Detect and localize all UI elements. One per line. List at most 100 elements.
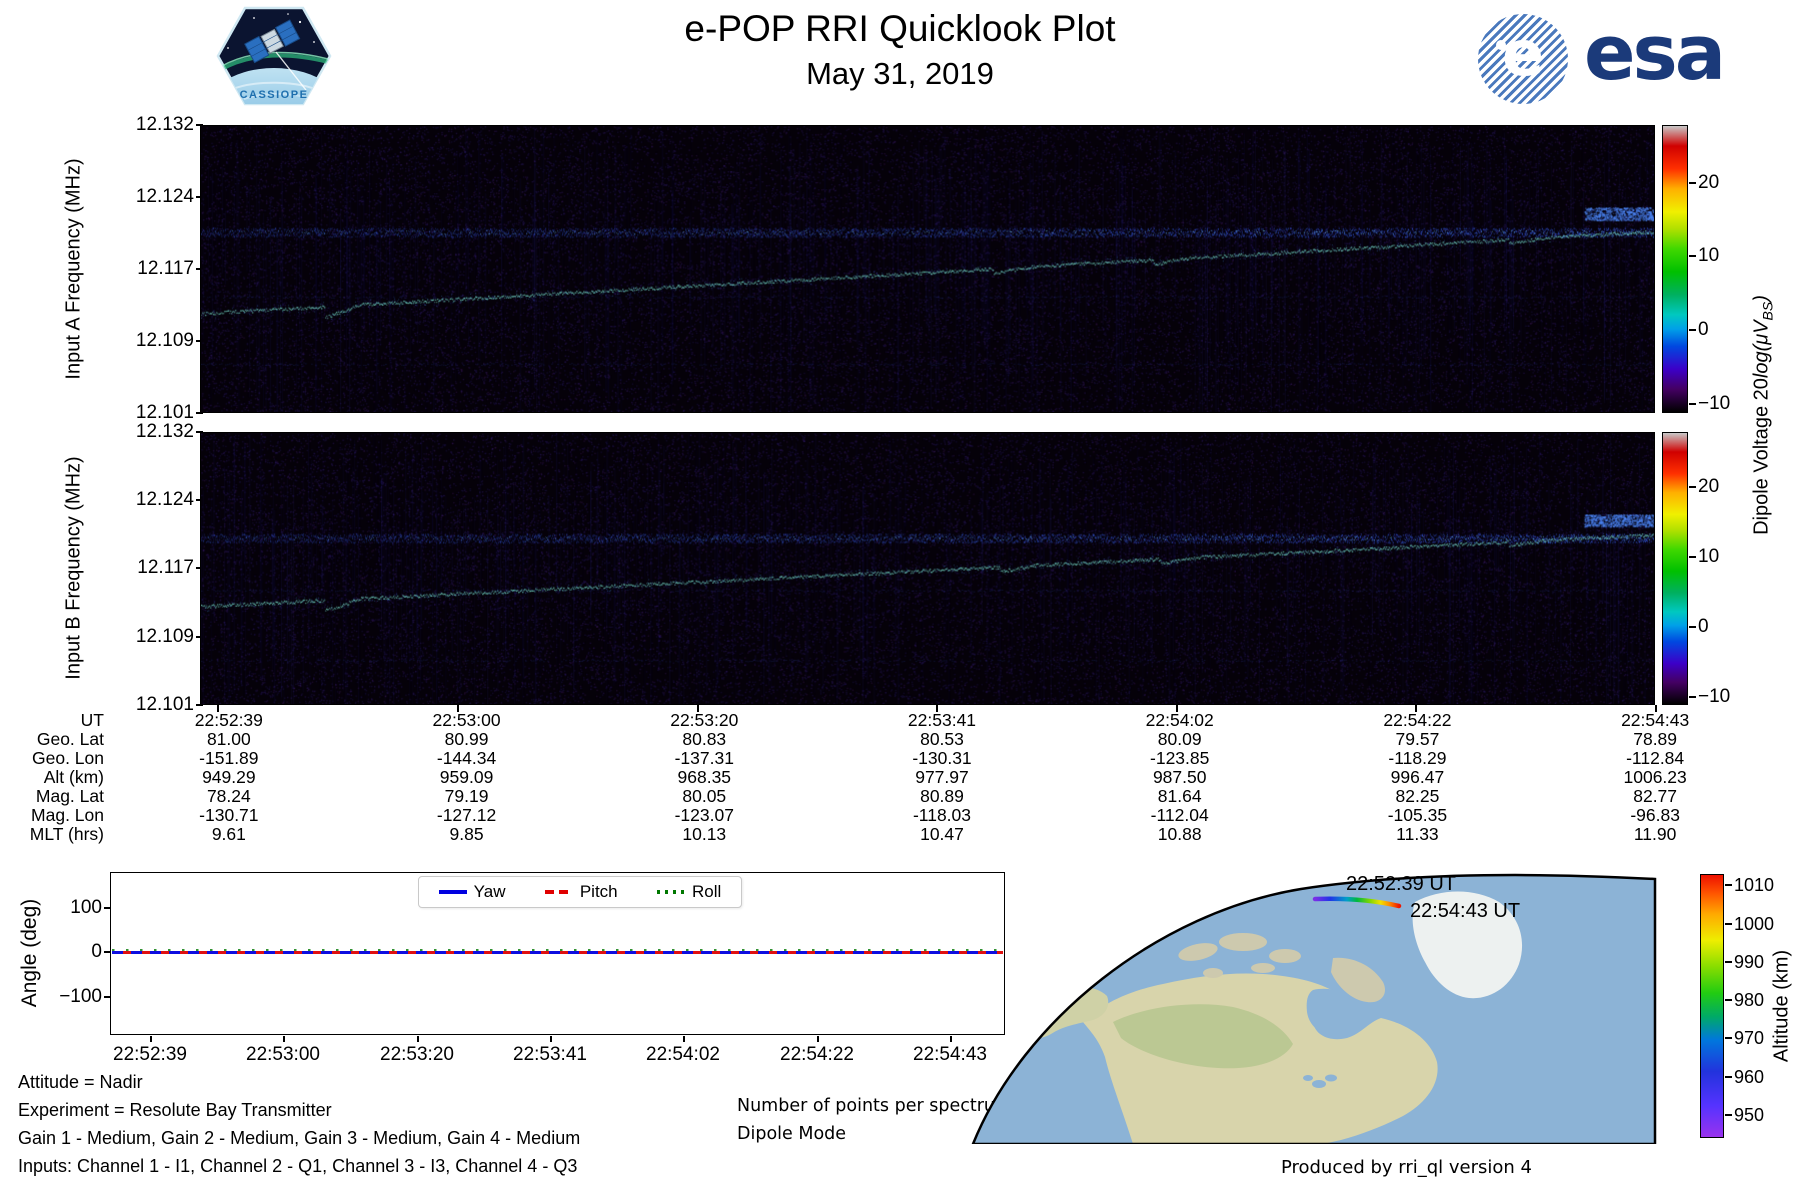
colorbar-tick: 20 — [1698, 476, 1719, 498]
altitude-tick: 950 — [1734, 1105, 1764, 1126]
eph-cell: 78.89 — [1536, 730, 1774, 749]
mode-note: Dipole Mode — [737, 1124, 846, 1144]
track-end-label: 22:54:43 UT — [1410, 900, 1520, 923]
eph-row-label: Geo. Lon — [8, 749, 110, 768]
eph-cell: 11.33 — [1299, 825, 1537, 844]
eph-cell: 82.25 — [1299, 787, 1537, 806]
eph-cell: 949.29 — [110, 768, 348, 787]
angle-ytick: −100 — [32, 986, 102, 1008]
eph-row-label: Alt (km) — [8, 768, 110, 787]
ytick-label: 12.124 — [110, 489, 194, 511]
inputs-note: Inputs: Channel 1 - I1, Channel 2 - Q1, … — [18, 1156, 577, 1177]
spectrogram-b-canvas — [201, 433, 1654, 704]
pitch-line-swatch — [545, 890, 573, 893]
spectrogram-input-a — [200, 125, 1655, 413]
colorbar-label-sub: BS — [1760, 302, 1776, 321]
esa-globe-letter: e — [1478, 14, 1568, 98]
eph-cell: 78.24 — [110, 787, 348, 806]
input-b-ylabel: Input B Frequency (MHz) — [63, 456, 86, 679]
gains-note: Gain 1 - Medium, Gain 2 - Medium, Gain 3… — [18, 1128, 580, 1149]
spectrogram-a-canvas — [201, 126, 1654, 412]
spectrogram-input-b — [200, 432, 1655, 705]
angle-xtick: 22:53:00 — [218, 1044, 348, 1066]
cassiope-badge-text: CASSIOPE — [240, 89, 309, 101]
eph-cell: 80.09 — [1061, 730, 1299, 749]
credit-text: Produced by rri_ql version 4 — [1200, 1157, 1532, 1178]
map-arctic-island — [1269, 949, 1301, 963]
legend-item-roll: Roll — [657, 882, 721, 902]
yaw-line-swatch — [439, 890, 467, 893]
colorbar-label-close: ) — [1751, 295, 1773, 302]
colorbar-tick: 20 — [1698, 172, 1719, 194]
angle-xtick: 22:54:02 — [618, 1044, 748, 1066]
eph-cell: 968.35 — [585, 768, 823, 787]
eph-cell: 22:53:41 — [823, 711, 1061, 730]
eph-cell: -96.83 — [1536, 806, 1774, 825]
experiment-note: Experiment = Resolute Bay Transmitter — [18, 1100, 332, 1121]
eph-cell: -137.31 — [585, 749, 823, 768]
eph-cell: 10.47 — [823, 825, 1061, 844]
legend-label: Roll — [692, 882, 721, 902]
ytick-label: 12.132 — [110, 114, 194, 136]
esa-logo-text: esa — [1584, 8, 1723, 97]
quicklook-plot-page: e-POP RRI Quicklook Plot May 31, 2019 CA… — [0, 0, 1800, 1200]
ytick-label: 12.124 — [110, 186, 194, 208]
colorbar-tick: −10 — [1698, 393, 1730, 415]
eph-cell: 81.64 — [1061, 787, 1299, 806]
eph-cell: -112.04 — [1061, 806, 1299, 825]
eph-cell: 977.97 — [823, 768, 1061, 787]
eph-cell: -118.03 — [823, 806, 1061, 825]
input-a-ylabel: Input A Frequency (MHz) — [63, 158, 86, 379]
eph-cell: 22:54:22 — [1299, 711, 1537, 730]
altitude-tick: 960 — [1734, 1067, 1764, 1088]
map-great-lakes — [1303, 1075, 1313, 1081]
angle-xtick: 22:52:39 — [85, 1044, 215, 1066]
ephemeris-table: UT 22:52:39 22:53:00 22:53:20 22:53:41 2… — [8, 711, 1774, 844]
angle-xtick: 22:53:41 — [485, 1044, 615, 1066]
roll-zero-line — [112, 949, 1003, 951]
angle-xtick: 22:53:20 — [352, 1044, 482, 1066]
dipole-colorbar-a — [1662, 125, 1688, 413]
eph-cell: 22:53:20 — [585, 711, 823, 730]
eph-row-label: UT — [8, 711, 110, 730]
map-great-lakes — [1325, 1075, 1337, 1082]
eph-cell: -123.07 — [585, 806, 823, 825]
altitude-colorbar — [1700, 874, 1724, 1138]
eph-cell: -123.85 — [1061, 749, 1299, 768]
eph-cell: 22:54:02 — [1061, 711, 1299, 730]
eph-cell: 79.57 — [1299, 730, 1537, 749]
ytick-label: 12.109 — [110, 626, 194, 648]
eph-cell: 11.90 — [1536, 825, 1774, 844]
map-great-lakes — [1312, 1080, 1326, 1088]
angle-ytick: 0 — [32, 941, 102, 963]
map-arctic-island — [1251, 963, 1275, 973]
eph-cell: 81.00 — [110, 730, 348, 749]
ytick-label: 12.109 — [110, 330, 194, 352]
eph-cell: -118.29 — [1299, 749, 1537, 768]
colorbar-label-math: log(μV — [1751, 320, 1773, 378]
eph-cell: 22:53:00 — [348, 711, 586, 730]
eph-cell: -112.84 — [1536, 749, 1774, 768]
cassiope-mission-logo: CASSIOPE — [214, 4, 334, 108]
eph-cell: 80.89 — [823, 787, 1061, 806]
eph-cell: 22:54:43 — [1536, 711, 1774, 730]
colorbar-tick: −10 — [1698, 686, 1730, 708]
colorbar-tick: 10 — [1698, 546, 1719, 568]
eph-cell: 80.05 — [585, 787, 823, 806]
eph-cell: 80.99 — [348, 730, 586, 749]
eph-cell: 79.19 — [348, 787, 586, 806]
eph-cell: -127.12 — [348, 806, 586, 825]
map-arctic-island — [1219, 933, 1267, 951]
altitude-tick: 970 — [1734, 1028, 1764, 1049]
angle-xtick: 22:54:22 — [752, 1044, 882, 1066]
eph-cell: -144.34 — [348, 749, 586, 768]
esa-globe-dot — [1496, 40, 1506, 50]
eph-cell: 82.77 — [1536, 787, 1774, 806]
eph-cell: 987.50 — [1061, 768, 1299, 787]
colorbar-tick: 0 — [1698, 616, 1709, 638]
legend-item-yaw: Yaw — [439, 882, 506, 902]
roll-line-swatch — [657, 890, 685, 893]
ytick-label: 12.132 — [110, 421, 194, 443]
eph-cell: -151.89 — [110, 749, 348, 768]
ytick-label: 12.117 — [110, 557, 194, 579]
